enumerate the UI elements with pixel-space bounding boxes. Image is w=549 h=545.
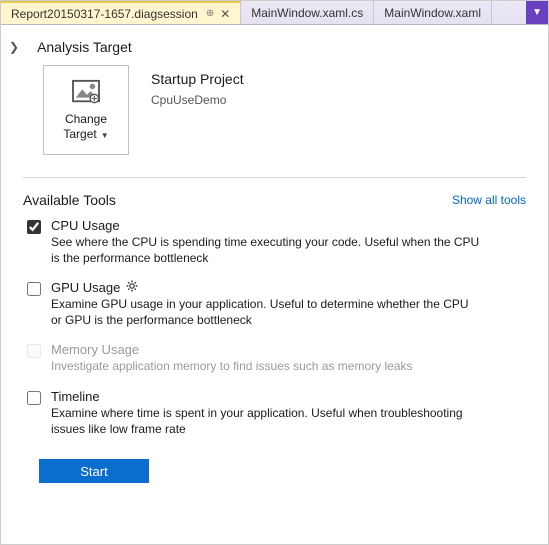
tool-name: Memory Usage — [51, 342, 139, 357]
start-button[interactable]: Start — [39, 459, 149, 483]
available-tools-heading: Available Tools — [23, 192, 116, 208]
tool-desc: See where the CPU is spending time execu… — [51, 235, 481, 266]
tool-cpu-usage: CPU Usage See where the CPU is spending … — [27, 218, 526, 266]
tab-label: MainWindow.xaml — [384, 6, 481, 20]
chevron-down-icon: ▼ — [101, 131, 109, 140]
tab-mainwindow-xaml[interactable]: MainWindow.xaml — [374, 1, 492, 24]
tab-label: Report20150317-1657.diagsession — [11, 7, 198, 21]
memory-usage-checkbox — [27, 344, 41, 358]
tab-label: MainWindow.xaml.cs — [251, 6, 363, 20]
gpu-usage-checkbox[interactable] — [27, 282, 41, 296]
change-target-button[interactable]: Change Target▼ — [43, 65, 129, 155]
tab-mainwindow-cs[interactable]: MainWindow.xaml.cs — [241, 1, 374, 24]
tool-desc: Examine GPU usage in your application. U… — [51, 297, 481, 328]
tool-name: GPU Usage — [51, 280, 120, 295]
chevron-right-icon[interactable]: ❯ — [9, 40, 19, 54]
show-all-tools-link[interactable]: Show all tools — [452, 193, 526, 207]
tool-name: Timeline — [51, 389, 100, 404]
timeline-checkbox[interactable] — [27, 391, 41, 405]
close-icon[interactable]: ✕ — [220, 7, 230, 21]
tab-report-diagsession[interactable]: Report20150317-1657.diagsession ⊕ ✕ — [1, 1, 241, 24]
analysis-target-heading: Analysis Target — [37, 39, 132, 55]
startup-project-heading: Startup Project — [151, 71, 244, 87]
divider — [23, 177, 526, 178]
pin-icon[interactable]: ⊕ — [206, 8, 214, 19]
tab-overflow-button[interactable]: ▼ — [526, 1, 548, 24]
tool-desc: Examine where time is spent in your appl… — [51, 406, 481, 437]
tool-timeline: Timeline Examine where time is spent in … — [27, 389, 526, 437]
change-target-label: Change Target▼ — [44, 112, 128, 141]
target-image-icon — [71, 79, 101, 108]
document-tab-bar: Report20150317-1657.diagsession ⊕ ✕ Main… — [1, 1, 548, 25]
tool-desc: Investigate application memory to find i… — [51, 359, 481, 375]
tool-memory-usage: Memory Usage Investigate application mem… — [27, 342, 526, 375]
tool-gpu-usage: GPU Usage Examine GPU usage in your appl… — [27, 280, 526, 328]
tool-name: CPU Usage — [51, 218, 120, 233]
startup-project-name: CpuUseDemo — [151, 93, 244, 107]
cpu-usage-checkbox[interactable] — [27, 220, 41, 234]
gear-icon[interactable] — [126, 280, 138, 295]
